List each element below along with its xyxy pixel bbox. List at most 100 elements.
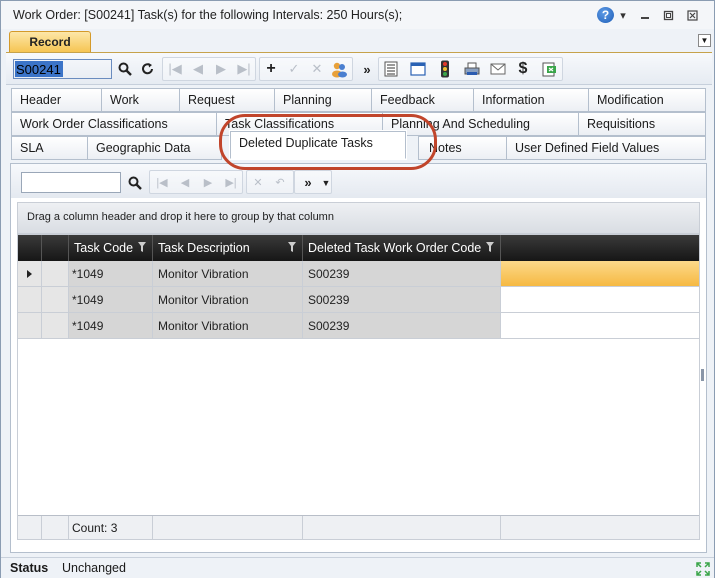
row-selector[interactable] <box>42 313 69 339</box>
next-icon[interactable]: ▶ <box>197 173 219 192</box>
table-row[interactable]: *1049 Monitor Vibration S00239 <box>18 287 699 313</box>
cell-task-code[interactable]: *1049 <box>69 287 153 313</box>
row-indicator[interactable] <box>18 287 42 313</box>
tab-work[interactable]: Work <box>101 88 181 112</box>
status-value: Unchanged <box>62 561 126 575</box>
record-tab[interactable]: Record <box>9 31 91 53</box>
search-icon[interactable] <box>123 172 147 193</box>
footer-cell <box>153 516 303 540</box>
footer-count: Count: 3 <box>69 516 153 540</box>
group-by-bar[interactable]: Drag a column header and drop it here to… <box>17 202 700 234</box>
list-icon[interactable] <box>380 58 402 80</box>
cell-task-description[interactable]: Monitor Vibration <box>153 261 303 287</box>
footer-indicator-cell <box>18 516 42 540</box>
row-selector[interactable] <box>42 287 69 313</box>
help-icon[interactable]: ? <box>597 7 614 23</box>
table-row[interactable]: *1049 Monitor Vibration S00239 <box>18 261 699 287</box>
email-icon[interactable] <box>487 58 509 80</box>
search-icon[interactable] <box>114 58 136 80</box>
chevron-down-icon[interactable]: ▼ <box>698 34 711 47</box>
section-tabs: Header Work Request Planning Feedback In… <box>6 87 712 161</box>
cell-deleted-task-work-order-code[interactable]: S00239 <box>303 313 501 339</box>
row-selection-fill <box>501 261 699 287</box>
row-blank-fill <box>501 313 699 339</box>
refresh-icon[interactable] <box>137 58 159 80</box>
status-bar: Status Unchanged <box>1 557 714 578</box>
grid-header: Task Code Task Description Deleted Task … <box>18 235 699 261</box>
filter-icon[interactable] <box>288 242 296 252</box>
row-indicator[interactable] <box>18 313 42 339</box>
restore-icon[interactable] <box>661 7 675 23</box>
main-toolbar: |◀ ◀ ▶ ▶| + ✓ ✕ » $ <box>6 53 712 85</box>
chevron-down-icon[interactable]: ▼ <box>315 173 337 192</box>
cell-task-description[interactable]: Monitor Vibration <box>153 313 303 339</box>
tab-sla[interactable]: SLA <box>11 136 89 160</box>
tab-information[interactable]: Information <box>473 88 590 112</box>
save-icon[interactable]: ✓ <box>283 58 305 80</box>
dropdown-icon[interactable]: ▾ <box>618 7 628 23</box>
filter-icon[interactable] <box>486 242 494 252</box>
cell-deleted-task-work-order-code[interactable]: S00239 <box>303 287 501 313</box>
first-icon[interactable]: |◀ <box>164 58 186 80</box>
users-icon[interactable] <box>328 58 350 80</box>
traffic-light-icon[interactable] <box>434 58 456 80</box>
close-icon[interactable] <box>685 7 699 23</box>
footer-selector-cell <box>42 516 69 540</box>
column-header-task-code[interactable]: Task Code <box>69 235 153 261</box>
column-label: Task Description <box>158 241 250 255</box>
tab-planning-and-scheduling[interactable]: Planning And Scheduling <box>382 112 580 136</box>
tab-planning[interactable]: Planning <box>274 88 373 112</box>
scrollbar-thumb[interactable] <box>701 369 704 381</box>
header-checkbox-col <box>42 235 69 261</box>
previous-icon[interactable]: ◀ <box>187 58 209 80</box>
column-header-deleted-task-work-order-code[interactable]: Deleted Task Work Order Code <box>303 235 501 261</box>
grid-footer: Count: 3 <box>18 515 699 540</box>
table-row[interactable]: *1049 Monitor Vibration S00239 <box>18 313 699 339</box>
cell-task-code[interactable]: *1049 <box>69 261 153 287</box>
delete-icon[interactable]: ✕ <box>247 173 269 192</box>
grid-toolbar: |◀ ◀ ▶ ▶| ✕ ↶ » ▼ <box>11 164 706 198</box>
previous-icon[interactable]: ◀ <box>174 173 196 192</box>
export-icon[interactable] <box>538 58 560 80</box>
cell-task-code[interactable]: *1049 <box>69 313 153 339</box>
tab-requisitions[interactable]: Requisitions <box>578 112 706 136</box>
cell-task-description[interactable]: Monitor Vibration <box>153 287 303 313</box>
window-icon[interactable] <box>407 58 429 80</box>
header-indicator-col <box>18 235 42 261</box>
record-tab-bar: Record ▼ <box>6 29 712 53</box>
dollar-icon[interactable]: $ <box>512 58 534 80</box>
tab-work-order-classifications[interactable]: Work Order Classifications <box>11 112 218 136</box>
minimize-icon[interactable] <box>638 7 652 23</box>
delete-icon[interactable]: ✕ <box>306 58 328 80</box>
add-icon[interactable]: + <box>260 58 282 80</box>
filter-icon[interactable] <box>138 242 146 252</box>
footer-cell <box>303 516 501 540</box>
title-bar: Work Order: [S00241] Task(s) for the fol… <box>1 1 714 29</box>
last-icon[interactable]: ▶| <box>220 173 242 192</box>
window-title: Work Order: [S00241] Task(s) for the fol… <box>13 8 403 22</box>
grid-search-input[interactable] <box>21 172 121 193</box>
row-indicator[interactable] <box>18 261 42 287</box>
tab-feedback[interactable]: Feedback <box>371 88 475 112</box>
tab-deleted-duplicate-tasks[interactable]: Deleted Duplicate Tasks <box>230 131 406 159</box>
tab-notes[interactable]: Notes <box>418 136 508 160</box>
tab-geographic-data[interactable]: Geographic Data <box>87 136 222 160</box>
column-header-task-description[interactable]: Task Description <box>153 235 303 261</box>
tab-header[interactable]: Header <box>11 88 103 112</box>
work-order-window: Work Order: [S00241] Task(s) for the fol… <box>0 0 715 578</box>
next-icon[interactable]: ▶ <box>210 58 232 80</box>
more-icon[interactable]: » <box>356 58 378 80</box>
tab-request[interactable]: Request <box>179 88 276 112</box>
undo-icon[interactable]: ↶ <box>269 173 291 192</box>
record-code-input[interactable] <box>13 59 112 79</box>
cell-deleted-task-work-order-code[interactable]: S00239 <box>303 261 501 287</box>
first-icon[interactable]: |◀ <box>151 173 173 192</box>
last-icon[interactable]: ▶| <box>233 58 255 80</box>
status-label: Status <box>10 561 49 575</box>
row-blank-fill <box>501 287 699 313</box>
tab-user-defined-field-values[interactable]: User Defined Field Values <box>506 136 706 160</box>
print-icon[interactable] <box>461 58 483 80</box>
tab-modification[interactable]: Modification <box>588 88 706 112</box>
resize-grip-icon[interactable] <box>696 562 710 576</box>
row-selector[interactable] <box>42 261 69 287</box>
